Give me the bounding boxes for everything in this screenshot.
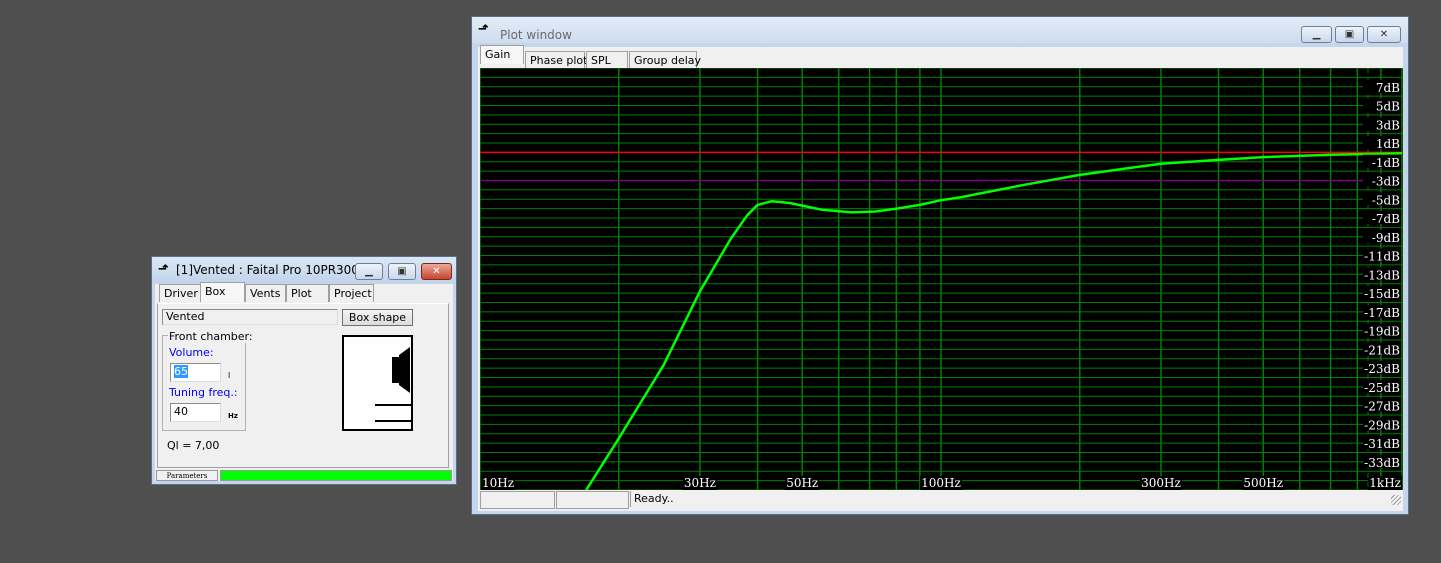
volume-label: Volume: xyxy=(169,346,214,359)
front-chamber-group: Front chamber: Volume: 65 l Tuning freq.… xyxy=(162,330,254,431)
x-tick-label: 300Hz xyxy=(1141,476,1181,490)
minimize-button[interactable]: ▁ xyxy=(1301,26,1332,43)
app-icon: ⬏ xyxy=(158,262,169,277)
tab-spl[interactable]: SPL xyxy=(586,51,628,69)
status-message: Ready.. xyxy=(630,491,1392,507)
status-bar: Parameters xyxy=(155,470,453,481)
tuning-freq-unit: Hz xyxy=(228,412,238,420)
y-tick-label: 3dB xyxy=(1376,118,1400,132)
minimize-button[interactable]: ▁ xyxy=(355,263,383,280)
status-parameters-label: Parameters xyxy=(156,470,218,481)
tab-driver[interactable]: Driver xyxy=(159,284,201,302)
x-tick-label: 30Hz xyxy=(684,476,716,490)
y-tick-label: -25dB xyxy=(1364,381,1400,395)
x-tick-label: 100Hz xyxy=(921,476,961,490)
tab-project[interactable]: Project xyxy=(329,284,374,302)
tab-group-delay[interactable]: Group delay xyxy=(629,51,701,69)
app-icon: ⬏ xyxy=(478,22,489,37)
y-tick-label: -33dB xyxy=(1364,456,1400,470)
volume-unit: l xyxy=(228,371,231,380)
y-tick-label: -5dB xyxy=(1372,193,1400,207)
x-tick-label: 1kHz xyxy=(1369,476,1401,490)
resize-grip[interactable] xyxy=(1391,495,1401,505)
tuning-freq-label: Tuning freq.: xyxy=(169,386,238,399)
status-panel-2 xyxy=(556,491,629,509)
box-window: ⬏ [1]Vented : Faital Pro 10PR300 4... ▁ … xyxy=(151,256,457,485)
plot-window-title: Plot window xyxy=(500,28,572,42)
y-tick-label: -11dB xyxy=(1364,250,1400,264)
plot-status-bar: Ready.. xyxy=(478,491,1403,509)
y-tick-label: -27dB xyxy=(1364,400,1400,414)
y-tick-label: -21dB xyxy=(1364,343,1400,357)
volume-value: 65 xyxy=(174,365,188,378)
tab-phase-plot[interactable]: Phase plot xyxy=(525,51,587,69)
box-window-client: Driver Box Vents Plot Project Vented Box… xyxy=(155,282,453,481)
y-tick-label: 7dB xyxy=(1376,81,1400,95)
y-tick-label: -13dB xyxy=(1364,268,1400,282)
box-shape-diagram xyxy=(342,335,413,431)
tab-gain[interactable]: Gain xyxy=(480,45,524,64)
box-shape-button[interactable]: Box shape xyxy=(342,309,413,326)
progress-fill xyxy=(221,471,451,480)
front-chamber-label: Front chamber: xyxy=(168,330,254,343)
y-tick-label: -17dB xyxy=(1364,306,1400,320)
box-window-title: [1]Vented : Faital Pro 10PR300 4... xyxy=(176,263,382,277)
plot-window: ⬏ Plot window ▁ ▣ ✕ Gain Phase plot SPL … xyxy=(471,16,1409,515)
x-tick-label: 10Hz xyxy=(482,476,514,490)
ql-value: Ql = 7,00 xyxy=(167,439,220,452)
tab-plot[interactable]: Plot xyxy=(286,284,329,302)
y-tick-label: -7dB xyxy=(1372,212,1400,226)
close-button[interactable]: ✕ xyxy=(421,263,452,280)
status-panel-1 xyxy=(480,491,555,509)
box-diagram-svg xyxy=(342,335,413,431)
tab-strip: Driver Box Vents Plot Project xyxy=(157,282,451,304)
x-tick-label: 50Hz xyxy=(786,476,818,490)
progress-bar xyxy=(220,470,452,481)
y-tick-label: 1dB xyxy=(1376,137,1400,151)
y-tick-label: -1dB xyxy=(1372,156,1400,170)
close-button[interactable]: ✕ xyxy=(1367,26,1401,43)
volume-input[interactable]: 65 xyxy=(170,363,221,382)
y-tick-label: -31dB xyxy=(1364,437,1400,451)
gain-chart: 7dB 5dB 3dB 1dB -1dB -3dB -5dB -7dB -9dB -11dB -13… xyxy=(480,68,1403,490)
y-tick-label: -29dB xyxy=(1364,418,1400,432)
tuning-freq-input[interactable]: 40 xyxy=(170,403,221,422)
box-type-field: Vented xyxy=(162,309,338,325)
y-tick-label: -23dB xyxy=(1364,362,1400,376)
x-tick-label: 500Hz xyxy=(1243,476,1283,490)
y-tick-label: -3dB xyxy=(1372,175,1400,189)
y-tick-label: -9dB xyxy=(1372,231,1400,245)
plot-window-client: Gain Phase plot SPL Group delay 7dB 5dB 3d… xyxy=(478,45,1403,511)
box-window-titlebar[interactable]: ⬏ [1]Vented : Faital Pro 10PR300 4... ▁ … xyxy=(152,257,456,283)
tab-vents[interactable]: Vents xyxy=(245,284,286,302)
maximize-button[interactable]: ▣ xyxy=(1335,26,1364,43)
maximize-button[interactable]: ▣ xyxy=(388,263,416,280)
plot-window-titlebar[interactable]: ⬏ Plot window ▁ ▣ ✕ xyxy=(472,17,1408,43)
y-tick-label: -15dB xyxy=(1364,287,1400,301)
y-tick-label: -19dB xyxy=(1364,325,1400,339)
tab-panel: Vented Box shape Front chamber: Volume: … xyxy=(157,303,449,468)
tab-box[interactable]: Box xyxy=(200,282,245,302)
y-tick-label: 5dB xyxy=(1376,100,1400,114)
